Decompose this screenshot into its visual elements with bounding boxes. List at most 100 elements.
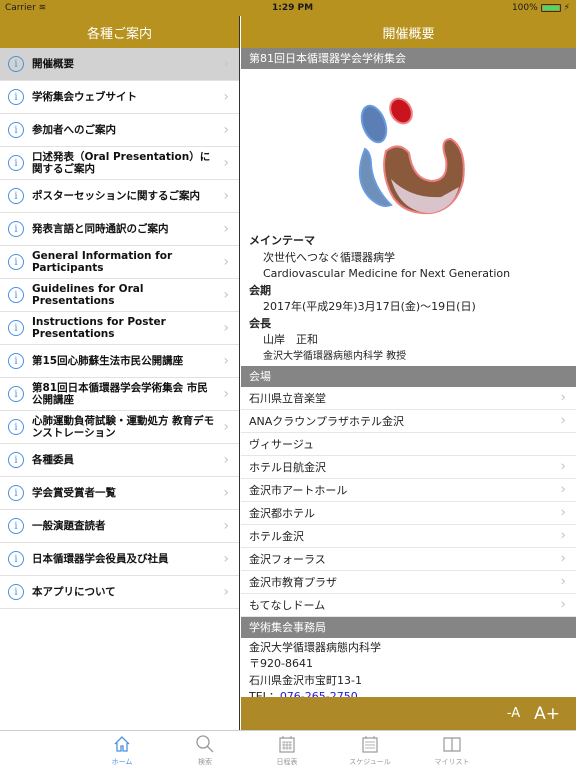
tab-home[interactable]: ホーム bbox=[92, 733, 152, 767]
period-label: 会期 bbox=[249, 283, 271, 297]
tab-label: 日程表 bbox=[276, 758, 298, 766]
menu-item[interactable]: i 口述発表（Oral Presentation）に関するご案内 › bbox=[0, 147, 239, 180]
menu-item[interactable]: i 第15回心肺蘇生法市民公開講座 › bbox=[0, 345, 239, 378]
detail-nav-bar: 開催概要 bbox=[241, 16, 576, 48]
menu-item[interactable]: i 学会賞受賞者一覧 › bbox=[0, 477, 239, 510]
menu-item-label: 口述発表（Oral Presentation）に関するご案内 bbox=[32, 151, 211, 175]
menu-item-label: Guidelines for Oral Presentations bbox=[32, 283, 144, 307]
chevron-right-icon: › bbox=[560, 596, 566, 612]
menu-item-label: 一般演題査読者 bbox=[32, 520, 106, 532]
left-panel: 各種ご案内 i 開催概要 › i 学術集会ウェブサイト › i 参加者へのご案内 › i 口述発表（… bbox=[0, 0, 240, 730]
menu-item[interactable]: i General Information for Participants › bbox=[0, 246, 239, 279]
chevron-right-icon: › bbox=[223, 122, 229, 138]
office-line: 金沢大学循環器病態内科学 bbox=[249, 640, 381, 654]
status-bar: Carrier ≋ 1:29 PM 100% ⚡ bbox=[0, 0, 576, 16]
menu-item[interactable]: i 発表言語と同時通訳のご案内 › bbox=[0, 213, 239, 246]
menu-item-label: 第15回心肺蘇生法市民公開講座 bbox=[32, 355, 184, 367]
venue-item[interactable]: 金沢市教育プラザ › bbox=[241, 571, 576, 594]
wifi-icon: ≋ bbox=[38, 3, 47, 13]
font-smaller-button[interactable]: -A bbox=[507, 706, 520, 721]
tab-label: マイリスト bbox=[434, 758, 470, 766]
menu-item-label: Instructions for Poster Presentations bbox=[32, 316, 166, 340]
menu-item[interactable]: i ポスターセッションに関するご案内 › bbox=[0, 180, 239, 213]
chevron-right-icon: › bbox=[223, 584, 229, 600]
left-nav-bar: 各種ご案内 bbox=[0, 16, 239, 48]
venue-name: 金沢フォーラス bbox=[249, 552, 326, 566]
menu-item-label: 学会賞受賞者一覧 bbox=[32, 487, 116, 499]
period-value: 2017年(平成29年)3月17日(金)〜19日(日) bbox=[263, 300, 476, 313]
menu-item-label: 日本循環器学会役員及び社員 bbox=[32, 553, 169, 565]
president-affiliation: 金沢大学循環器病態内科学 教授 bbox=[263, 350, 407, 362]
venue-item[interactable]: 石川県立音楽堂 › bbox=[241, 387, 576, 410]
venue-item[interactable]: ホテル金沢 › bbox=[241, 525, 576, 548]
conference-logo bbox=[241, 69, 576, 229]
carrier-label: Carrier ≋ bbox=[5, 3, 47, 13]
info-icon: i bbox=[8, 221, 24, 237]
theme-en: Cardiovascular Medicine for Next Generat… bbox=[263, 267, 511, 280]
menu-item[interactable]: i 学術集会ウェブサイト › bbox=[0, 81, 239, 114]
menu-item[interactable]: i 各種委員 › bbox=[0, 444, 239, 477]
schedule-icon bbox=[362, 736, 378, 753]
font-larger-button[interactable]: A+ bbox=[534, 704, 560, 724]
menu-item-label: 学術集会ウェブサイト bbox=[32, 91, 137, 103]
font-size-bar: -A A+ bbox=[241, 697, 576, 730]
menu-item[interactable]: i Instructions for Poster Presentations › bbox=[0, 312, 239, 345]
logo-image bbox=[358, 97, 465, 215]
chevron-right-icon: › bbox=[223, 221, 229, 237]
chevron-right-icon: › bbox=[560, 504, 566, 520]
chevron-right-icon: › bbox=[560, 550, 566, 566]
venue-name: 金沢市教育プラザ bbox=[249, 575, 337, 589]
menu-item[interactable]: i 参加者へのご案内 › bbox=[0, 114, 239, 147]
theme-label: メインテーマ bbox=[249, 234, 315, 247]
venue-name: ホテル日航金沢 bbox=[249, 460, 326, 474]
menu-item-label: 各種委員 bbox=[32, 454, 74, 466]
menu-item-label: ポスターセッションに関するご案内 bbox=[32, 190, 200, 202]
chevron-right-icon: › bbox=[223, 254, 229, 270]
venue-name: 石川県立音楽堂 bbox=[249, 391, 326, 405]
detail-panel: 開催概要 第81回日本循環器学会学術集会 メインテーマ 次世代へつなぐ循環器病学… bbox=[241, 0, 576, 730]
venue-name: ホテル金沢 bbox=[249, 529, 304, 543]
tab-schedule[interactable]: スケジュール bbox=[340, 733, 400, 767]
menu-item[interactable]: i 開催概要 › bbox=[0, 48, 239, 81]
menu-item[interactable]: i 本アプリについて › bbox=[0, 576, 239, 609]
venue-item[interactable]: 金沢フォーラス › bbox=[241, 548, 576, 571]
chevron-right-icon: › bbox=[560, 481, 566, 497]
chevron-right-icon: › bbox=[560, 412, 566, 428]
venue-header: 会場 bbox=[241, 365, 576, 387]
menu-item[interactable]: i 第81回日本循環器学会学術集会 市民公開講座 › bbox=[0, 378, 239, 411]
venue-item[interactable]: 金沢都ホテル › bbox=[241, 502, 576, 525]
menu-item[interactable]: i 心肺運動負荷試験・運動処方 教育デモンストレーション › bbox=[0, 411, 239, 444]
info-icon: i bbox=[8, 485, 24, 501]
calendar-icon bbox=[279, 736, 295, 753]
info-icon: i bbox=[8, 386, 24, 402]
menu-item[interactable]: i 日本循環器学会役員及び社員 › bbox=[0, 543, 239, 576]
battery-icon bbox=[540, 4, 561, 12]
venue-name: ANAクラウンプラザホテル金沢 bbox=[249, 414, 404, 428]
menu-item-label: 心肺運動負荷試験・運動処方 教育デモンストレーション bbox=[32, 415, 215, 439]
menu-item-label: General Information for Participants bbox=[32, 250, 173, 274]
chevron-right-icon: › bbox=[560, 389, 566, 405]
venue-item[interactable]: もてなしドーム › bbox=[241, 594, 576, 617]
menu-item[interactable]: i 一般演題査読者 › bbox=[0, 510, 239, 543]
search-icon bbox=[196, 735, 214, 753]
office-line: 石川県金沢市宝町13-1 bbox=[249, 673, 362, 687]
tab-book[interactable]: マイリスト bbox=[422, 733, 482, 767]
info-icon: i bbox=[8, 155, 24, 171]
tab-calendar[interactable]: 日程表 bbox=[257, 733, 317, 767]
venue-item[interactable]: ANAクラウンプラザホテル金沢 › bbox=[241, 410, 576, 433]
president-name: 山岸 正和 bbox=[263, 333, 318, 346]
detail-content: 第81回日本循環器学会学術集会 メインテーマ 次世代へつなぐ循環器病学 Card… bbox=[241, 48, 576, 708]
info-icon: i bbox=[8, 584, 24, 600]
chevron-right-icon: › bbox=[223, 188, 229, 204]
clock: 1:29 PM bbox=[272, 3, 314, 13]
venue-name: もてなしドーム bbox=[249, 598, 326, 612]
menu-item[interactable]: i Guidelines for Oral Presentations › bbox=[0, 279, 239, 312]
venue-item[interactable]: ホテル日航金沢 › bbox=[241, 456, 576, 479]
chevron-right-icon: › bbox=[223, 386, 229, 402]
info-icon: i bbox=[8, 89, 24, 105]
tab-bar: ホーム 検索 日程表 スケジュール マイリスト bbox=[0, 730, 576, 768]
tab-search[interactable]: 検索 bbox=[175, 733, 235, 767]
venue-item[interactable]: 金沢市アートホール › bbox=[241, 479, 576, 502]
conference-header: 第81回日本循環器学会学術集会 bbox=[241, 48, 576, 69]
venue-name: 金沢市アートホール bbox=[249, 483, 348, 497]
